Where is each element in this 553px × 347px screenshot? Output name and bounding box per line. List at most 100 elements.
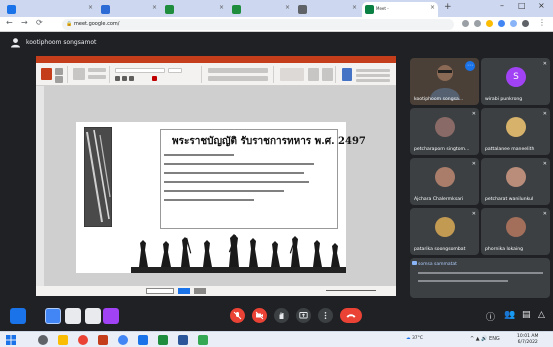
browser-tab-4[interactable]: ×	[229, 2, 293, 17]
captions-icon[interactable]	[10, 308, 26, 324]
camera-button[interactable]	[252, 308, 267, 323]
participant-avatar: S	[506, 67, 526, 87]
participant-tile[interactable]: ✕ Ajchara Chalermksari	[410, 158, 479, 205]
excel-icon[interactable]	[158, 335, 168, 345]
word-icon[interactable]	[178, 335, 188, 345]
participant-tile[interactable]: ✕ phornika lokaing	[481, 208, 550, 255]
forward-icon[interactable]: →	[21, 18, 28, 27]
shapes-gallery[interactable]	[280, 68, 304, 81]
arrange-icon[interactable]	[308, 68, 319, 81]
browser-tab-2[interactable]: ×	[98, 2, 160, 17]
font-family-select[interactable]	[115, 68, 165, 73]
extension-icon[interactable]	[474, 20, 481, 27]
window-thumbnail[interactable]	[65, 308, 81, 324]
powerpoint-icon[interactable]	[98, 335, 108, 345]
find-button[interactable]	[356, 69, 390, 72]
close-icon[interactable]: ×	[352, 4, 357, 11]
file-explorer-icon[interactable]	[58, 335, 68, 345]
reset-button[interactable]	[88, 75, 106, 79]
chat-notification[interactable]: somsa sammatat	[410, 258, 550, 298]
copy-icon[interactable]	[55, 76, 63, 83]
end-call-icon	[346, 314, 356, 318]
extension-icon[interactable]	[522, 20, 529, 27]
edge-icon[interactable]	[138, 335, 148, 345]
url-input[interactable]: 🔒 meet.google.com/	[62, 19, 454, 30]
extension-icon[interactable]	[498, 20, 505, 27]
designer-icon[interactable]	[342, 68, 352, 81]
leave-call-button[interactable]	[340, 308, 362, 323]
select-button[interactable]	[356, 79, 390, 82]
back-icon[interactable]: ←	[6, 18, 13, 27]
slide[interactable]: พระราชบัญญัติ รับราชการทหาร พ.ศ. 2497	[76, 122, 366, 273]
close-icon[interactable]: ×	[152, 4, 157, 11]
underline-icon[interactable]	[129, 76, 134, 81]
participant-tile[interactable]: ⋯ kootiphoom songsa...	[410, 58, 479, 105]
italic-icon[interactable]	[122, 76, 127, 81]
browser-tab-3[interactable]: ×	[162, 2, 227, 17]
layout-button[interactable]	[88, 68, 106, 72]
more-options-button[interactable]	[318, 308, 333, 323]
shared-screen: พระราชบัญญัติ รับราชการทหาร พ.ศ. 2497	[36, 56, 396, 296]
participant-tile[interactable]: S ✕ wirabi punkrong	[481, 58, 550, 105]
quick-styles-icon[interactable]	[322, 68, 333, 81]
new-tab-icon[interactable]: +	[444, 2, 452, 12]
minimize-icon[interactable]: –	[500, 1, 504, 10]
mic-button[interactable]	[230, 308, 245, 323]
replace-button[interactable]	[356, 74, 390, 77]
browser-tab-5[interactable]: ×	[295, 2, 360, 17]
paragraph-controls[interactable]	[208, 68, 268, 73]
browser-tab-meet[interactable]: Meet - ×	[362, 2, 438, 17]
close-icon[interactable]: ×	[88, 4, 93, 11]
alignment-controls[interactable]	[208, 76, 268, 81]
view-button[interactable]	[194, 288, 206, 294]
window-thumbnail[interactable]	[85, 308, 101, 324]
extension-icon[interactable]	[462, 20, 469, 27]
profile-avatar-icon[interactable]	[510, 20, 517, 27]
bold-icon[interactable]	[115, 76, 120, 81]
present-now-button[interactable]	[296, 308, 311, 323]
maximize-icon[interactable]: □	[518, 1, 526, 10]
powerpoint-status-bar	[36, 286, 396, 296]
participant-tile[interactable]: ✕ pattalanee maneelith	[481, 108, 550, 155]
slide-thumbnails-pane[interactable]	[36, 86, 44, 286]
weather-widget[interactable]: ☁ 37°C	[406, 336, 423, 341]
participant-tile[interactable]: ✕ petcharaporn singtom...	[410, 108, 479, 155]
clock[interactable]: 10:01 AM 6/7/2022	[517, 334, 538, 346]
chat-icon[interactable]: ▤	[522, 310, 531, 320]
more-options-icon[interactable]: ⋯	[465, 61, 475, 71]
browser-tab-1[interactable]: ×	[4, 2, 96, 17]
app-icon[interactable]	[198, 335, 208, 345]
system-tray-icons[interactable]: ^ ▲ 🔊 ENG	[470, 336, 500, 342]
font-color-icon[interactable]	[152, 76, 157, 81]
notes-button[interactable]	[146, 288, 174, 294]
font-size-select[interactable]	[168, 68, 182, 73]
activities-icon[interactable]: △	[538, 310, 545, 320]
search-icon[interactable]	[38, 335, 48, 345]
menu-kebab-icon[interactable]: ⋮	[538, 18, 546, 27]
close-icon[interactable]: ×	[219, 4, 224, 11]
zoom-slider[interactable]	[326, 290, 376, 291]
bookmark-star-icon[interactable]	[486, 20, 493, 27]
present-button[interactable]	[178, 288, 190, 294]
close-window-icon[interactable]: ×	[538, 1, 545, 10]
participant-name: phornika lokaing	[485, 247, 524, 252]
info-icon[interactable]: ⓘ	[486, 310, 495, 323]
reload-icon[interactable]: ⟳	[36, 18, 43, 27]
chrome-icon[interactable]	[118, 335, 128, 345]
window-thumbnail[interactable]	[103, 308, 119, 324]
ribbon-group-slides	[70, 66, 110, 83]
cut-icon[interactable]	[55, 68, 63, 75]
app-icon[interactable]	[78, 335, 88, 345]
people-icon[interactable]: 👥	[504, 310, 515, 320]
new-slide-icon[interactable]	[73, 68, 85, 80]
raise-hand-button[interactable]	[274, 308, 289, 323]
close-icon[interactable]: ×	[430, 4, 435, 11]
close-icon[interactable]: ×	[285, 4, 290, 11]
reaction-icon[interactable]	[45, 308, 61, 324]
participant-tile[interactable]: ✕ patarika soongsombat	[410, 208, 479, 255]
participant-tile[interactable]: ✕ petcharat wanilunkul	[481, 158, 550, 205]
windows-start-icon[interactable]	[6, 335, 16, 345]
paste-icon[interactable]	[41, 68, 52, 80]
participant-avatar	[435, 167, 455, 187]
meet-control-bar: ⓘ 👥 ▤ △	[0, 301, 553, 331]
